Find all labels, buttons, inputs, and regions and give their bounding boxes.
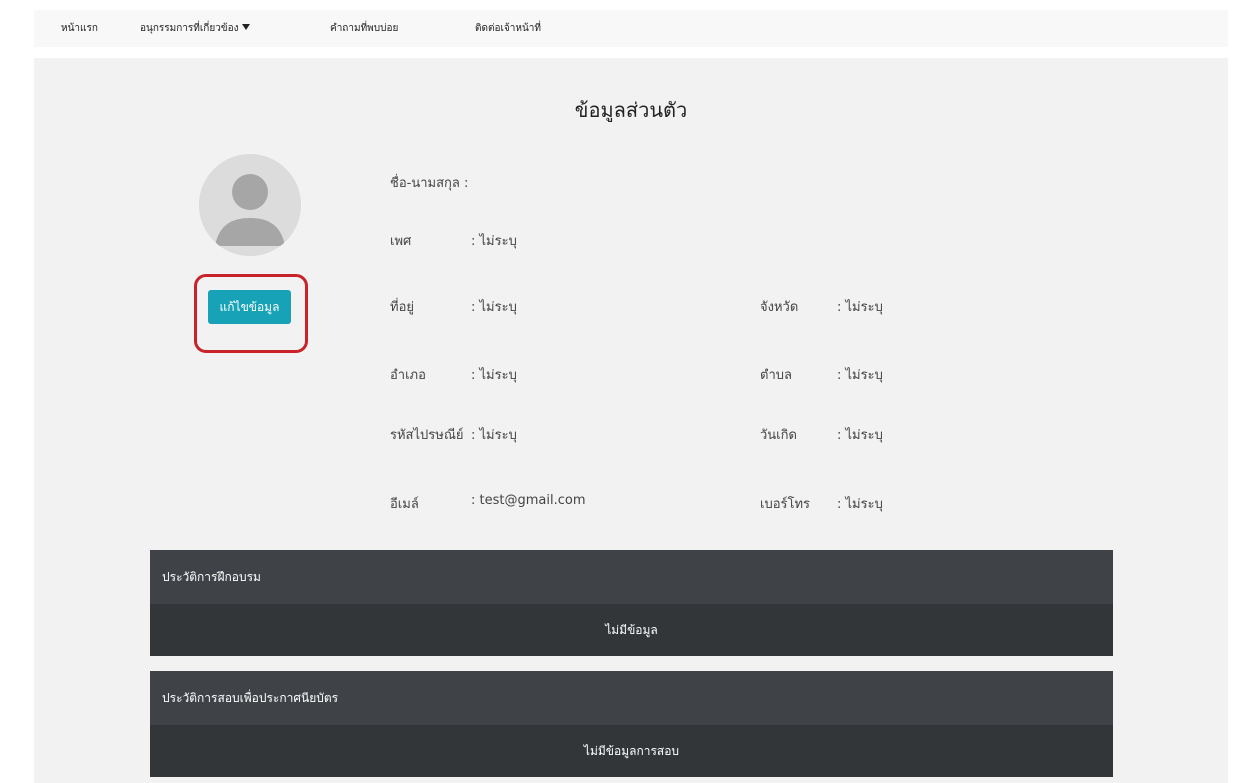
birthdate-value: : ไม่ระบุ xyxy=(837,428,883,443)
exam-history-empty: ไม่มีข้อมูลการสอบ xyxy=(150,725,1113,777)
nav-faq[interactable]: คำถามที่พบบ่อย xyxy=(330,10,398,47)
nav-subcommittees-label: อนุกรรมการที่เกี่ยวข้อง xyxy=(140,23,239,34)
postcode-label: รหัสไปรษณีย์ xyxy=(390,428,464,443)
phone-value: : ไม่ระบุ xyxy=(837,497,883,512)
name-label: ชื่อ-นามสกุล : xyxy=(390,176,469,191)
avatar xyxy=(199,154,301,256)
gender-value: : ไม่ระบุ xyxy=(471,234,517,249)
training-history-empty: ไม่มีข้อมูล xyxy=(150,604,1113,656)
phone-label: เบอร์โทร xyxy=(760,497,811,512)
training-history-panel: ประวัติการฝึกอบรม ไม่มีข้อมูล xyxy=(150,550,1113,656)
nav-home[interactable]: หน้าแรก xyxy=(61,10,98,47)
gender-label: เพศ xyxy=(390,234,412,249)
subdistrict-value: : ไม่ระบุ xyxy=(837,368,883,383)
email-value: : test@gmail.com xyxy=(471,493,586,508)
subdistrict-label: ตำบล xyxy=(760,368,792,383)
training-history-heading: ประวัติการฝึกอบรม xyxy=(150,550,1113,604)
top-navbar: หน้าแรก อนุกรรมการที่เกี่ยวข้อง คำถามที่… xyxy=(34,10,1228,47)
postcode-value: : ไม่ระบุ xyxy=(471,428,517,443)
address-value: : ไม่ระบุ xyxy=(471,300,517,315)
district-value: : ไม่ระบุ xyxy=(471,368,517,383)
exam-history-panel: ประวัติการสอบเพื่อประกาศนียบัตร ไม่มีข้อ… xyxy=(150,671,1113,777)
edit-profile-button[interactable]: แก้ไขข้อมูล xyxy=(208,290,291,324)
nav-contact[interactable]: ติดต่อเจ้าหน้าที่ xyxy=(475,10,541,47)
birthdate-label: วันเกิด xyxy=(760,428,797,443)
profile-page: ข้อมูลส่วนตัว แก้ไขข้อมูล ชื่อ-นามสกุล :… xyxy=(34,58,1228,783)
address-label: ที่อยู่ xyxy=(390,300,414,315)
user-placeholder-icon xyxy=(199,154,301,256)
email-label: อีเมล์ xyxy=(390,497,419,512)
district-label: อำเภอ xyxy=(390,368,426,383)
province-label: จังหวัด xyxy=(760,300,799,315)
page-title: ข้อมูลส่วนตัว xyxy=(574,98,688,122)
nav-subcommittees-dropdown[interactable]: อนุกรรมการที่เกี่ยวข้อง xyxy=(140,10,250,47)
exam-history-heading: ประวัติการสอบเพื่อประกาศนียบัตร xyxy=(150,671,1113,725)
province-value: : ไม่ระบุ xyxy=(837,300,883,315)
caret-down-icon xyxy=(241,24,250,30)
